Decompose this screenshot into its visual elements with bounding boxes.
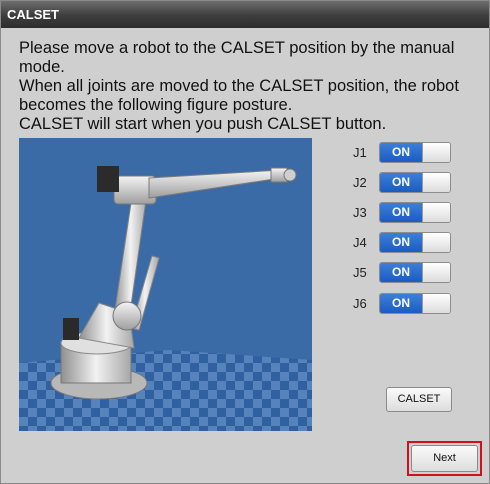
joint-row-j6: J6 ON — [353, 293, 453, 315]
instruction-line: becomes the following figure posture. — [19, 96, 293, 114]
joint-label: J6 — [353, 296, 367, 311]
toggle-on-label: ON — [380, 233, 422, 252]
calset-dialog: CALSET Please move a robot to the CALSET… — [0, 0, 490, 484]
j6-toggle[interactable]: ON — [379, 293, 451, 314]
toggle-thumb — [422, 143, 450, 162]
joint-label: J2 — [353, 175, 367, 190]
instruction-line: Please move a robot to the CALSET positi… — [19, 39, 455, 57]
j5-toggle[interactable]: ON — [379, 262, 451, 283]
joint-row-j3: J3 ON — [353, 202, 453, 224]
instructions-text: Please move a robot to the CALSET positi… — [19, 39, 479, 134]
toggle-thumb — [422, 203, 450, 222]
robot-posture-image — [19, 138, 312, 431]
joint-label: J4 — [353, 235, 367, 250]
joint-row-j2: J2 ON — [353, 172, 453, 194]
toggle-thumb — [422, 294, 450, 313]
robot-illustration — [19, 166, 312, 431]
joint-row-j5: J5 ON — [353, 262, 453, 284]
calset-button[interactable]: CALSET — [386, 387, 452, 412]
joint-label: J5 — [353, 265, 367, 280]
toggle-on-label: ON — [380, 263, 422, 282]
toggle-thumb — [422, 173, 450, 192]
j3-toggle[interactable]: ON — [379, 202, 451, 223]
instruction-line: When all joints are moved to the CALSET … — [19, 77, 459, 95]
toggle-on-label: ON — [380, 143, 422, 162]
joint-row-j4: J4 ON — [353, 232, 453, 254]
toggle-on-label: ON — [380, 294, 422, 313]
j4-toggle[interactable]: ON — [379, 232, 451, 253]
toggle-thumb — [422, 263, 450, 282]
j2-toggle[interactable]: ON — [379, 172, 451, 193]
instruction-line: CALSET will start when you push CALSET b… — [19, 115, 387, 133]
dialog-title: CALSET — [1, 1, 489, 28]
j1-toggle[interactable]: ON — [379, 142, 451, 163]
next-button[interactable]: Next — [411, 445, 478, 472]
toggle-on-label: ON — [380, 203, 422, 222]
instruction-line: mode. — [19, 58, 65, 76]
joint-label: J3 — [353, 205, 367, 220]
joint-label: J1 — [353, 145, 367, 160]
toggle-thumb — [422, 233, 450, 252]
toggle-on-label: ON — [380, 173, 422, 192]
joint-row-j1: J1 ON — [353, 142, 453, 164]
